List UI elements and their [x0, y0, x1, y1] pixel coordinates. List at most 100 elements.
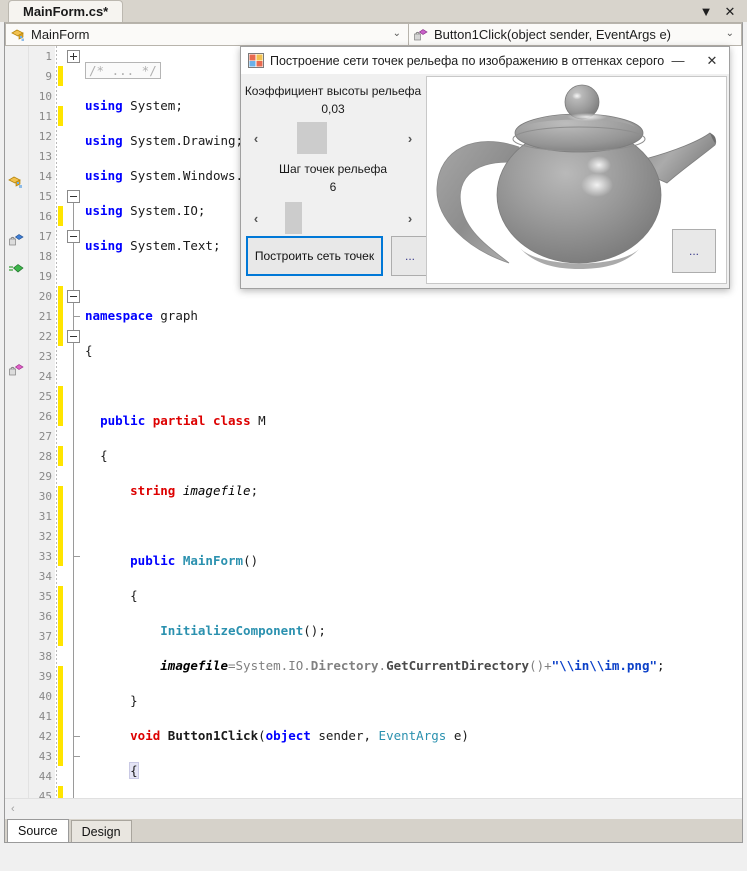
code-line: { — [85, 343, 93, 358]
line-number: 26 — [38, 410, 52, 423]
class-icon — [10, 27, 26, 43]
change-bar — [58, 586, 63, 646]
line-number: 38 — [38, 650, 52, 663]
line-number: 34 — [38, 570, 52, 583]
line-number: 21 — [38, 310, 52, 323]
line-number: 35 — [38, 590, 52, 603]
build-points-network-button[interactable]: Построить сеть точек — [246, 236, 383, 276]
browse-button[interactable]: ... — [391, 236, 429, 276]
code-line: void Button1Click(object sender, EventAr… — [130, 728, 469, 743]
line-number: 27 — [38, 430, 52, 443]
editor-gutter-icons — [5, 46, 29, 821]
step-value: 6 — [329, 180, 337, 194]
horizontal-scrollbar[interactable]: ‹ — [5, 798, 742, 819]
gutter-divider — [56, 46, 57, 821]
relief-network-dialog[interactable]: Построение сети точек рельефа по изображ… — [240, 46, 730, 289]
line-number: 41 — [38, 710, 52, 723]
window-titlebar: MainForm.cs* ▼ ✕ — [0, 0, 747, 22]
tab-source[interactable]: Source — [7, 819, 69, 842]
code-line: { — [130, 588, 138, 603]
change-bar — [58, 286, 63, 346]
change-bar — [58, 386, 63, 426]
change-bar — [58, 206, 63, 226]
window-controls: ▼ ✕ — [699, 0, 743, 22]
dialog-minimize-icon[interactable]: — — [661, 47, 695, 74]
image-preview-box[interactable]: ... — [426, 76, 727, 284]
code-line: } — [130, 693, 138, 708]
line-number: 9 — [45, 70, 52, 83]
event-marker-icon — [8, 362, 26, 378]
fold-toggle[interactable] — [67, 230, 80, 243]
code-line: public partial class M — [100, 413, 266, 428]
document-tab-mainform[interactable]: MainForm.cs* — [8, 0, 124, 22]
step-thumb[interactable] — [285, 202, 302, 234]
dialog-window-controls: — ✕ — [661, 47, 729, 74]
change-bar — [58, 66, 63, 86]
minimize-icon[interactable]: ▼ — [699, 5, 713, 18]
fold-end-tick — [73, 316, 80, 317]
code-line: public MainForm() — [130, 553, 259, 568]
chevron-down-icon[interactable]: ⌄ — [726, 28, 734, 39]
line-number: 16 — [38, 210, 52, 223]
line-number: 11 — [38, 110, 52, 123]
line-number-gutter: 1 9 10 11 12 13 14 15 16 17 18 19 20 21 22 23 24 25 26 27 28… — [29, 46, 55, 821]
coefficient-thumb[interactable] — [297, 122, 327, 154]
type-dropdown[interactable]: MainForm ⌄ — [5, 23, 409, 46]
tab-design[interactable]: Design — [70, 820, 132, 842]
line-number: 22 — [38, 330, 52, 343]
line-number: 37 — [38, 630, 52, 643]
coefficient-increase-icon[interactable]: › — [401, 131, 419, 146]
line-number: 40 — [38, 690, 52, 703]
close-icon[interactable]: ✕ — [723, 5, 737, 18]
type-dropdown-value: MainForm — [31, 27, 90, 42]
line-number: 17 — [38, 230, 52, 243]
member-dropdown[interactable]: Button1Click(object sender, EventArgs e)… — [409, 23, 742, 46]
class-marker-icon — [8, 174, 26, 190]
line-number: 43 — [38, 750, 52, 763]
change-bar — [58, 106, 63, 126]
dialog-controls-panel: Коэффициент высоты рельефа 0,03 ‹ › Шаг … — [243, 76, 429, 284]
chevron-down-icon[interactable]: ⌄ — [393, 28, 401, 39]
line-number: 33 — [38, 550, 52, 563]
application-window: MainForm.cs* ▼ ✕ MainForm ⌄ Button1Click… — [0, 0, 747, 871]
image-browse-label: ... — [688, 244, 699, 258]
dialog-title: Построение сети точек рельефа по изображ… — [270, 53, 665, 68]
fold-toggle[interactable] — [67, 50, 80, 63]
line-number: 31 — [38, 510, 52, 523]
coefficient-label: Коэффициент высоты рельефа — [244, 84, 422, 98]
build-points-network-label: Построить сеть точек — [254, 249, 375, 263]
dialog-titlebar[interactable]: Построение сети точек рельефа по изображ… — [241, 47, 729, 74]
fold-end-tick — [73, 736, 80, 737]
fold-end-tick — [73, 756, 80, 757]
fold-toggle[interactable] — [67, 190, 80, 203]
coefficient-decrease-icon[interactable]: ‹ — [247, 131, 265, 146]
change-bar — [58, 486, 63, 566]
line-number: 28 — [38, 450, 52, 463]
code-folding-column[interactable] — [65, 46, 83, 821]
line-number: 20 — [38, 290, 52, 303]
line-number: 36 — [38, 610, 52, 623]
step-increase-icon[interactable]: › — [401, 211, 419, 226]
fold-toggle[interactable] — [67, 290, 80, 303]
line-number: 39 — [38, 670, 52, 683]
navigation-bar: MainForm ⌄ Button1Click(object sender, E… — [5, 23, 742, 46]
change-bar — [58, 446, 63, 466]
line-number: 29 — [38, 470, 52, 483]
line-number: 23 — [38, 350, 52, 363]
coefficient-trackbar[interactable]: ‹ › — [247, 118, 419, 158]
step-decrease-icon[interactable]: ‹ — [247, 211, 265, 226]
line-number: 18 — [38, 250, 52, 263]
line-number: 42 — [38, 730, 52, 743]
fold-end-tick — [73, 556, 80, 557]
dialog-close-icon[interactable]: ✕ — [695, 47, 729, 74]
line-number: 19 — [38, 270, 52, 283]
scroll-left-icon[interactable]: ‹ — [11, 803, 15, 815]
image-browse-button[interactable]: ... — [672, 229, 716, 273]
fold-toggle[interactable] — [67, 330, 80, 343]
step-trackbar[interactable]: ‹ › — [247, 198, 419, 238]
line-number: 14 — [38, 170, 52, 183]
line-number: 25 — [38, 390, 52, 403]
line-number: 10 — [38, 90, 52, 103]
collapsed-comment-region[interactable]: /* ... */ — [85, 62, 161, 79]
